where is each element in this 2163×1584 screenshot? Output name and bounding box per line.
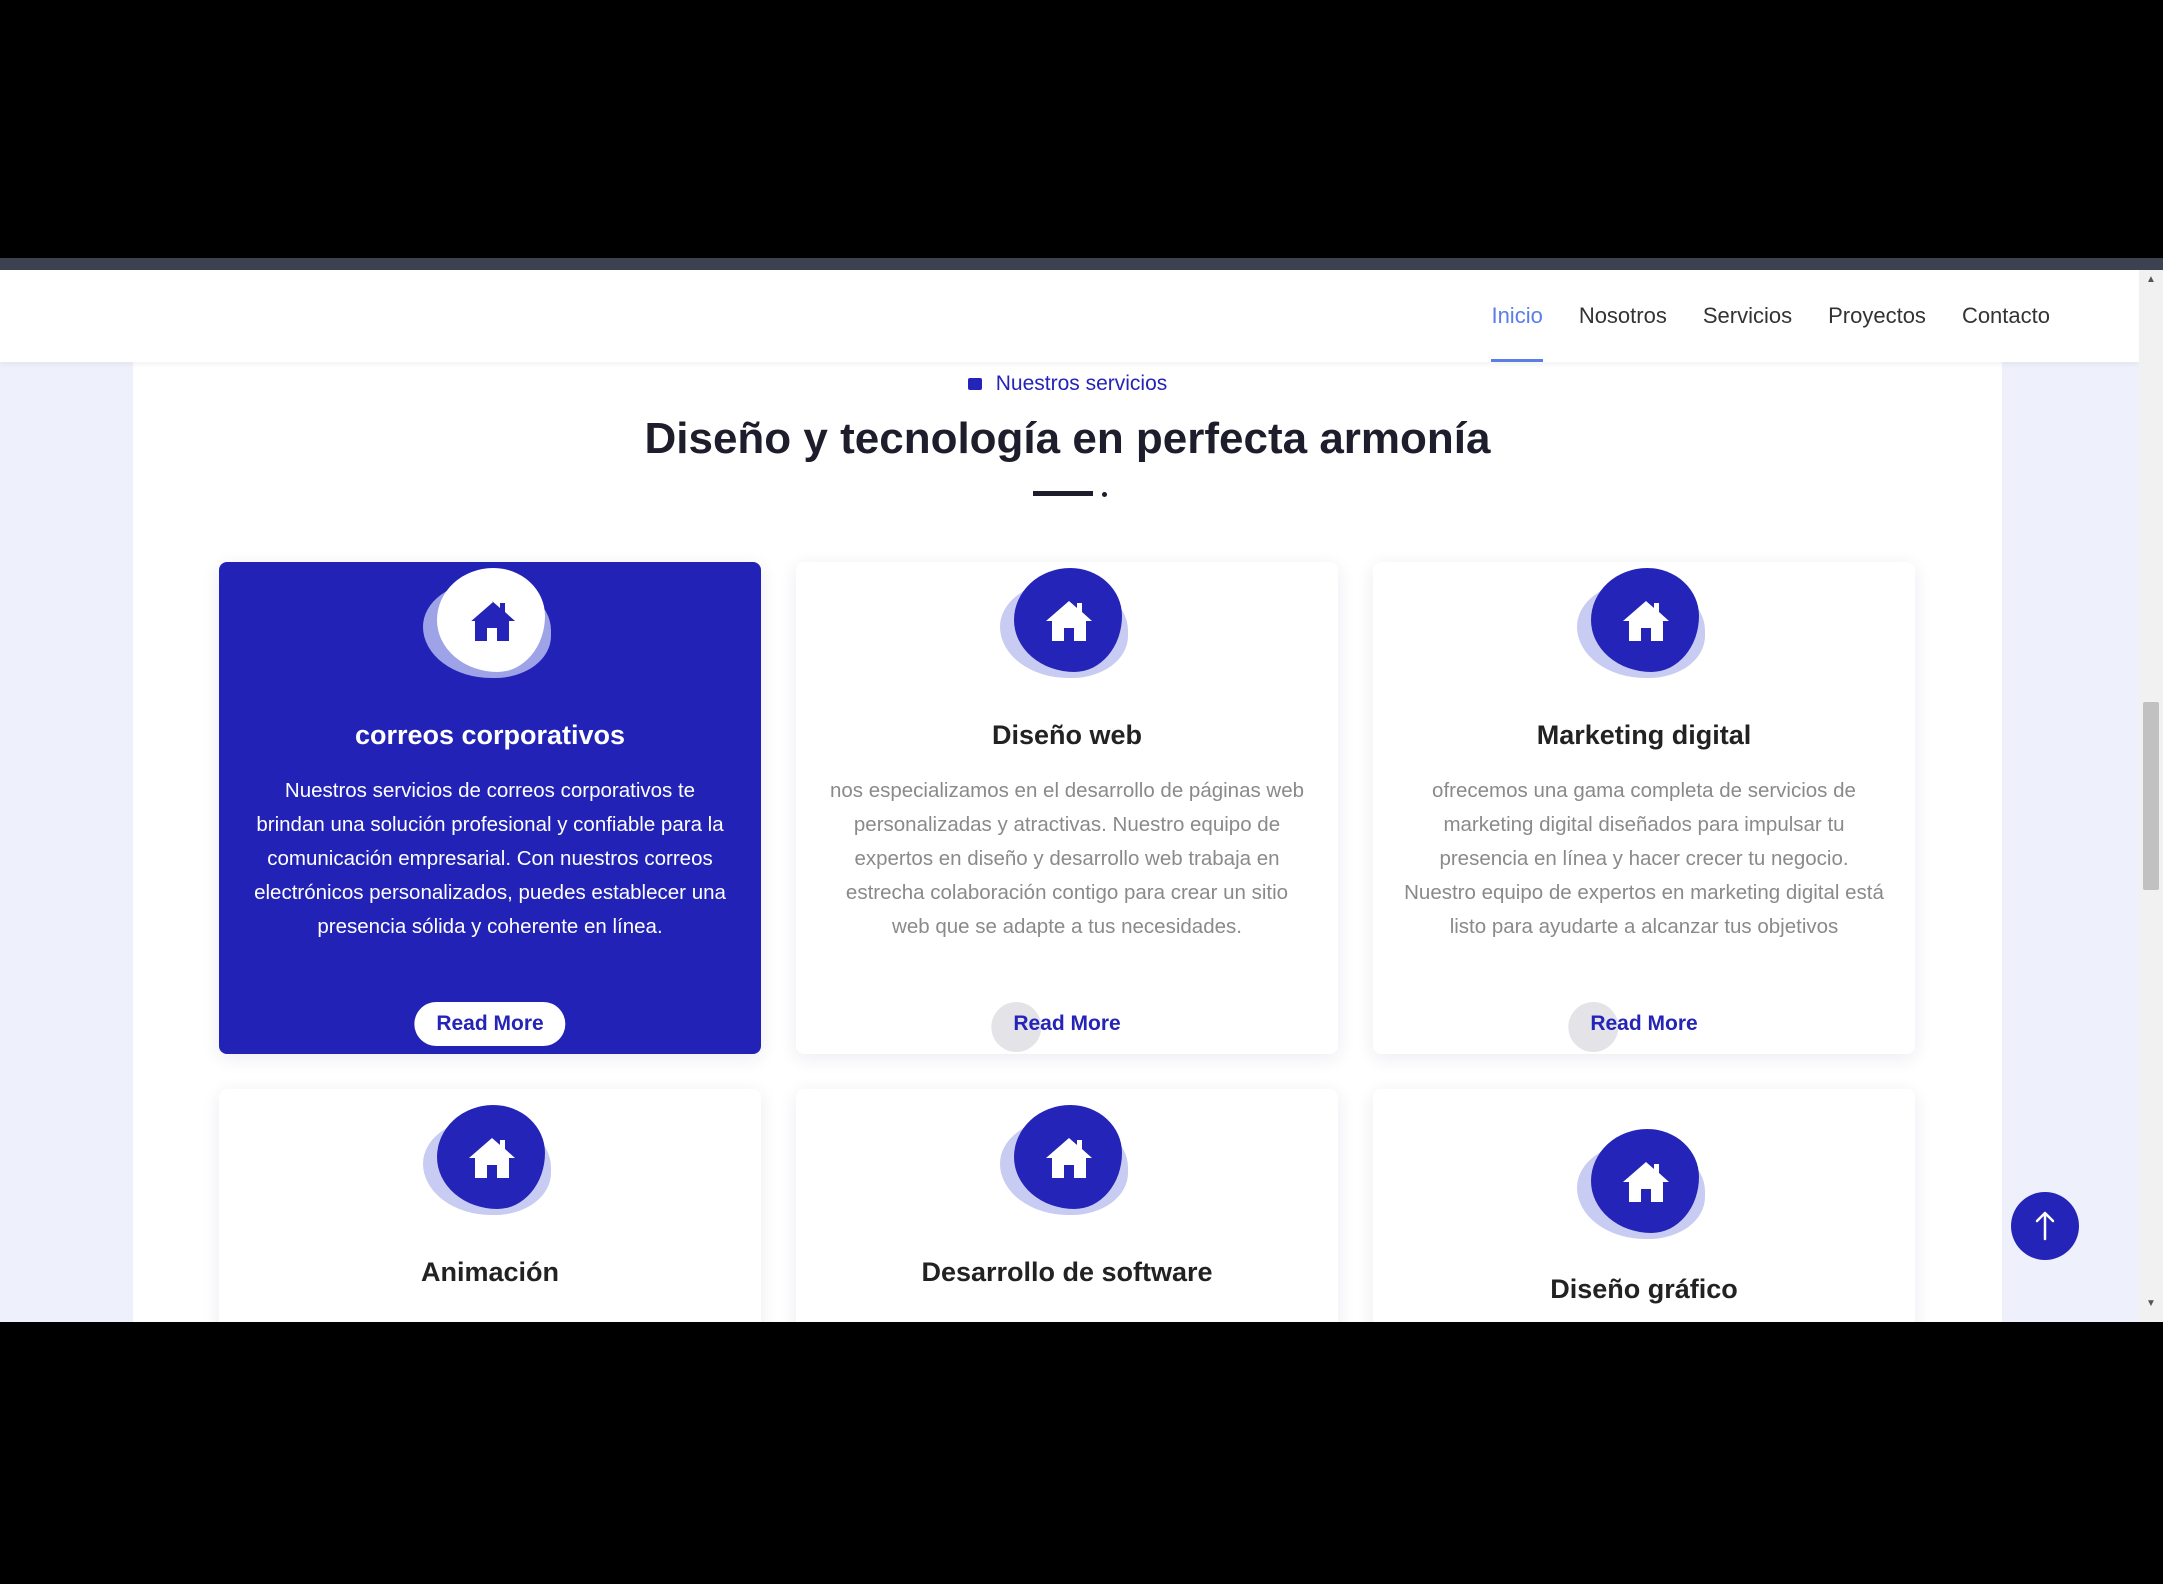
nav-item-contacto[interactable]: Contacto — [1962, 270, 2050, 362]
nav-item-inicio[interactable]: Inicio — [1491, 270, 1544, 362]
web-page-viewport: Inicio Nosotros Servicios Proyectos Cont… — [0, 270, 2163, 1322]
service-card-desarrollo-software: Desarrollo de software — [796, 1089, 1338, 1322]
home-icon — [1623, 601, 1669, 641]
service-card-correos: correos corporativos Nuestros servicios … — [219, 562, 761, 1054]
service-card-diseno-grafico: Diseño gráfico — [1373, 1089, 1915, 1322]
vertical-scrollbar[interactable]: ▲ ▼ — [2139, 270, 2163, 1322]
service-title: Diseño gráfico — [1550, 1274, 1738, 1304]
service-icon-badge — [423, 568, 551, 684]
bottom-letterbox — [0, 1322, 2163, 1584]
nav-item-servicios[interactable]: Servicios — [1703, 270, 1792, 362]
service-icon-badge — [1000, 1105, 1128, 1221]
service-card-diseno-web: Diseño web nos especializamos en el desa… — [796, 562, 1338, 1054]
title-underline — [1033, 491, 1093, 496]
scroll-thumb[interactable] — [2143, 702, 2159, 890]
layers-icon — [967, 378, 982, 390]
scroll-down-arrow-icon[interactable]: ▼ — [2139, 1298, 2163, 1318]
service-description: Nuestros servicios de correos corporativ… — [254, 779, 726, 938]
read-more-button[interactable]: Read More — [991, 1002, 1142, 1052]
arrow-up-icon — [2035, 1211, 2055, 1241]
nav-item-proyectos[interactable]: Proyectos — [1828, 270, 1926, 362]
section-eyebrow: Nuestros servicios — [133, 372, 2002, 396]
service-card-animacion: Animación — [219, 1089, 761, 1322]
service-title: Marketing digital — [1536, 720, 1752, 750]
nav-item-nosotros[interactable]: Nosotros — [1579, 270, 1667, 362]
read-more-button[interactable]: Read More — [414, 1002, 566, 1046]
browser-edge-strip — [0, 258, 2163, 270]
services-section: Nuestros servicios Diseño y tecnología e… — [133, 362, 2002, 1322]
read-more-button[interactable]: Read More — [1568, 1002, 1719, 1052]
service-title: Desarrollo de software — [921, 1257, 1213, 1287]
title-underline-dot — [1102, 492, 1107, 497]
service-icon-badge — [1577, 1129, 1705, 1245]
back-to-top-button[interactable] — [2011, 1192, 2079, 1260]
service-icon-badge — [423, 1105, 551, 1221]
service-icon-badge — [1000, 568, 1128, 684]
service-description: nos especializamos en el desarrollo de p… — [829, 779, 1305, 938]
service-title: correos corporativos — [354, 720, 626, 750]
home-icon — [468, 599, 515, 641]
service-icon-badge — [1577, 568, 1705, 684]
home-icon — [1046, 1138, 1092, 1178]
main-nav: Inicio Nosotros Servicios Proyectos Cont… — [1491, 270, 2050, 362]
home-icon — [1623, 1162, 1669, 1202]
service-title: Animación — [420, 1257, 560, 1287]
top-letterbox — [0, 0, 2163, 258]
home-icon — [1046, 601, 1092, 641]
service-title: Diseño web — [991, 720, 1143, 750]
scroll-up-arrow-icon[interactable]: ▲ — [2139, 274, 2163, 294]
section-eyebrow-label: Nuestros servicios — [995, 372, 1168, 395]
site-header: Inicio Nosotros Servicios Proyectos Cont… — [0, 270, 2139, 362]
section-title: Diseño y tecnología en perfecta armonía — [644, 414, 1491, 463]
service-card-marketing: Marketing digital ofrecemos una gama com… — [1373, 562, 1915, 1054]
home-icon — [469, 1138, 515, 1178]
service-description: ofrecemos una gama completa de servicios… — [1404, 779, 1884, 938]
